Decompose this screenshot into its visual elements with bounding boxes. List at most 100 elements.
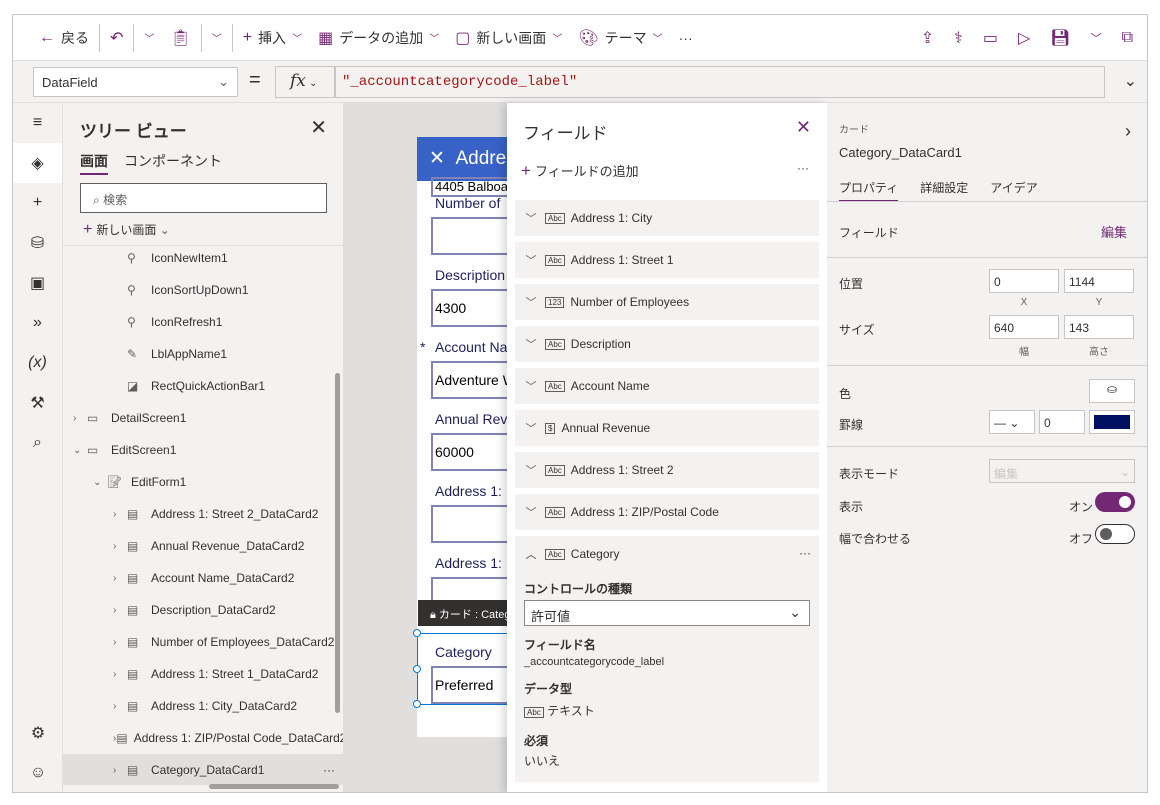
edit-fields-link[interactable]: 編集 bbox=[1101, 222, 1127, 241]
fit-toggle[interactable] bbox=[1095, 524, 1135, 544]
close-icon[interactable]: ✕ bbox=[310, 115, 327, 140]
chevron-icon[interactable]: ⌄ bbox=[93, 477, 107, 488]
tree-item[interactable]: ›▤Account Name_DataCard2 bbox=[63, 562, 343, 594]
undo-button[interactable]: ↶ bbox=[102, 22, 131, 54]
app-checker-icon[interactable]: ⚕ bbox=[954, 28, 963, 48]
resize-handle[interactable] bbox=[413, 665, 421, 673]
tree-item[interactable]: ›▤Address 1: ZIP/Postal Code_DataCard2 bbox=[63, 722, 343, 754]
tree-item[interactable]: ⌄▭EditScreen1 bbox=[63, 434, 343, 466]
close-icon[interactable]: ✕ bbox=[796, 117, 811, 138]
chevron-icon[interactable]: › bbox=[73, 413, 87, 424]
search-icon[interactable]: ⌕ bbox=[13, 423, 62, 463]
settings-icon[interactable]: ⚙ bbox=[13, 713, 63, 753]
field-item[interactable]: ﹀AbcAddress 1: City bbox=[515, 200, 819, 236]
chevron-icon[interactable]: › bbox=[113, 701, 127, 712]
more-button[interactable]: ··· bbox=[323, 763, 335, 777]
close-icon[interactable]: ✕ bbox=[429, 148, 445, 169]
comment-icon[interactable]: ▭ bbox=[983, 28, 998, 48]
power-automate-icon[interactable]: » bbox=[13, 303, 62, 343]
height-input[interactable]: 143 bbox=[1064, 315, 1134, 339]
field-item[interactable]: ﹀AbcDescription bbox=[515, 326, 819, 362]
field-item[interactable]: ﹀AbcAddress 1: Street 1 bbox=[515, 242, 819, 278]
publish-icon[interactable]: ⧉ bbox=[1122, 29, 1133, 47]
play-icon[interactable]: ▷ bbox=[1018, 28, 1030, 48]
field-item[interactable]: ﹀AbcAddress 1: ZIP/Postal Code bbox=[515, 494, 819, 530]
tree-item[interactable]: ›▤Annual Revenue_DataCard2 bbox=[63, 530, 343, 562]
border-color-button[interactable] bbox=[1089, 410, 1135, 434]
chevron-icon[interactable]: › bbox=[113, 765, 127, 776]
field-item[interactable]: ﹀$Annual Revenue bbox=[515, 410, 819, 446]
more-button[interactable]: ··· bbox=[797, 161, 809, 175]
chevron-icon[interactable]: › bbox=[113, 573, 127, 584]
tab-properties[interactable]: プロパティ bbox=[839, 179, 898, 202]
tree-item[interactable]: ›▤Number of Employees_DataCard2 bbox=[63, 626, 343, 658]
tree-item[interactable]: ›▤Category_DataCard1··· bbox=[63, 754, 343, 785]
tab-screens[interactable]: 画面 bbox=[80, 151, 108, 175]
tree-item[interactable]: ⚲IconSortUpDown1 bbox=[63, 274, 343, 306]
chevron-icon[interactable]: › bbox=[113, 541, 127, 552]
control-type-dropdown[interactable]: 許可値⌄ bbox=[524, 600, 810, 626]
tree-item[interactable]: ⚲IconRefresh1 bbox=[63, 306, 343, 338]
tree-item[interactable]: ⌄📝︎EditForm1 bbox=[63, 466, 343, 498]
insert-button[interactable]: +挿入﹀ bbox=[235, 22, 310, 54]
tree-item[interactable]: ›▤Address 1: Street 1_DataCard2 bbox=[63, 658, 343, 690]
tree-item[interactable]: ◪RectQuickActionBar1 bbox=[63, 370, 343, 402]
horizontal-scrollbar[interactable] bbox=[209, 784, 339, 789]
tree-item[interactable]: ›▤Address 1: Street 2_DataCard2 bbox=[63, 498, 343, 530]
paste-button[interactable]: 📋︎ bbox=[162, 22, 198, 54]
field-item[interactable]: ﹀AbcAccount Name bbox=[515, 368, 819, 404]
fill-color-button[interactable]: ⛀ bbox=[1089, 379, 1135, 403]
width-input[interactable]: 640 bbox=[989, 315, 1059, 339]
media-icon[interactable]: ▣ bbox=[13, 263, 62, 303]
layers-icon[interactable]: ◈ bbox=[13, 143, 62, 183]
more-button[interactable]: ··· bbox=[799, 546, 811, 560]
tools-icon[interactable]: ⚒ bbox=[13, 383, 62, 423]
new-screen-button[interactable]: +新しい画面 ⌄ bbox=[83, 221, 170, 239]
insert-icon[interactable]: + bbox=[13, 183, 62, 223]
field-item[interactable]: ﹀AbcAddress 1: Street 2 bbox=[515, 452, 819, 488]
chevron-icon[interactable]: › bbox=[113, 509, 127, 520]
vertical-scrollbar[interactable] bbox=[335, 373, 340, 713]
more-button[interactable]: ··· bbox=[671, 22, 701, 54]
chevron-icon[interactable]: › bbox=[113, 637, 127, 648]
chevron-icon[interactable]: ⌄ bbox=[73, 445, 87, 456]
new-screen-button[interactable]: ▢新しい画面﹀ bbox=[447, 22, 570, 54]
visible-toggle[interactable] bbox=[1095, 492, 1135, 512]
chevron-icon[interactable]: › bbox=[113, 605, 127, 616]
border-width-input[interactable]: 0 bbox=[1039, 410, 1085, 434]
border-style-dropdown[interactable]: — ⌄ bbox=[989, 410, 1035, 434]
data-icon[interactable]: ⛁ bbox=[13, 223, 62, 263]
add-data-button[interactable]: ▦データの追加﹀ bbox=[310, 22, 447, 54]
share-icon[interactable]: ⇪ bbox=[921, 28, 934, 48]
chevron-icon[interactable]: › bbox=[113, 669, 127, 680]
menu-icon[interactable]: ≡ bbox=[13, 103, 62, 143]
save-icon[interactable]: 💾︎ bbox=[1050, 28, 1070, 48]
display-mode-dropdown[interactable]: 編集⌄ bbox=[989, 459, 1135, 483]
theme-button[interactable]: 🎨︎テーマ﹀ bbox=[570, 22, 670, 54]
undo-dropdown[interactable]: ﹀ bbox=[136, 22, 162, 54]
property-selector[interactable]: DataField⌄ bbox=[33, 67, 238, 97]
selected-card[interactable]: Category Preferred bbox=[417, 633, 517, 705]
expand-formula-icon[interactable]: ⌄ bbox=[1124, 71, 1137, 91]
paste-dropdown[interactable]: ﹀ bbox=[204, 22, 230, 54]
formula-input[interactable]: "_accountcategorycode_label" bbox=[335, 66, 1105, 98]
resize-handle[interactable] bbox=[413, 700, 421, 708]
tree-item[interactable]: ›▭DetailScreen1 bbox=[63, 402, 343, 434]
y-input[interactable]: 1144 bbox=[1064, 269, 1134, 293]
tree-search-input[interactable]: ⌕ 検索 bbox=[80, 183, 327, 213]
field-item[interactable]: ﹀123Number of Employees bbox=[515, 284, 819, 320]
tree-item[interactable]: ⚲IconNewItem1 bbox=[63, 245, 343, 274]
tree-item[interactable]: ›▤Description_DataCard2 bbox=[63, 594, 343, 626]
variables-icon[interactable]: (x) bbox=[13, 343, 62, 383]
tab-components[interactable]: コンポーネント bbox=[124, 151, 222, 175]
fx-button[interactable]: fx ⌄ bbox=[275, 66, 335, 98]
tree-item[interactable]: ✎LblAppName1 bbox=[63, 338, 343, 370]
chevron-down-icon[interactable]: ﹀ bbox=[1091, 30, 1102, 46]
chevron-right-icon[interactable]: › bbox=[1125, 121, 1131, 142]
tree-item[interactable]: ›▤Address 1: City_DataCard2 bbox=[63, 690, 343, 722]
x-input[interactable]: 0 bbox=[989, 269, 1059, 293]
resize-handle[interactable] bbox=[413, 629, 421, 637]
tab-ideas[interactable]: アイデア bbox=[990, 179, 1037, 202]
tab-advanced[interactable]: 詳細設定 bbox=[920, 179, 968, 202]
back-button[interactable]: ←戻る bbox=[31, 22, 97, 54]
